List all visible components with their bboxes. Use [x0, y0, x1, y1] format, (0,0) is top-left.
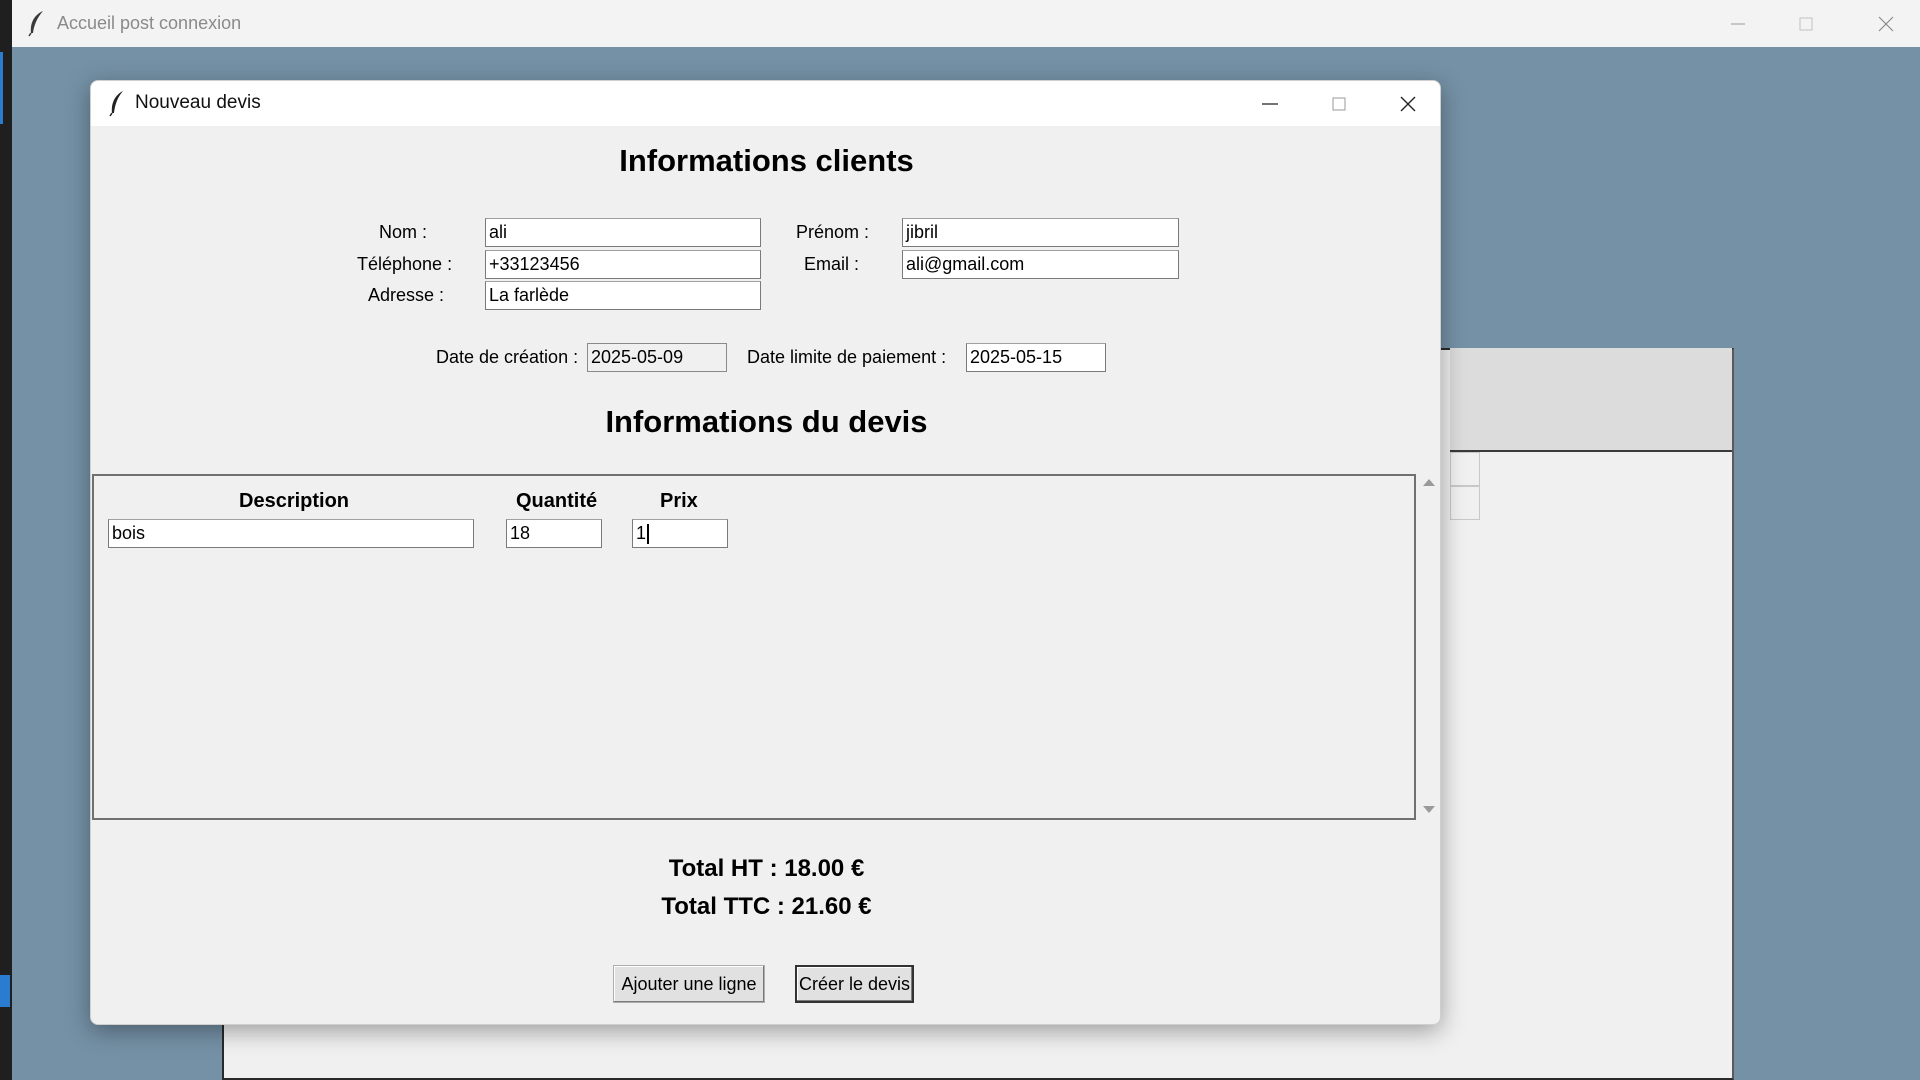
dialog-maximize-button[interactable] [1305, 81, 1373, 126]
dialog-title: Nouveau devis [135, 92, 261, 113]
date-limite-label: Date limite de paiement : [747, 347, 947, 367]
clients-section-heading: Informations clients [619, 143, 914, 178]
text-caret [647, 524, 650, 545]
background-cell [1450, 452, 1480, 486]
line-description-input[interactable]: bois [108, 519, 474, 548]
adresse-input[interactable]: La farlède [485, 281, 761, 310]
taskbar-edge [0, 0, 12, 1080]
total-ttc: Total TTC : 21.60 € [661, 893, 872, 920]
line-prix-value: 1 [636, 523, 647, 543]
telephone-label: Téléphone : [357, 254, 453, 274]
close-icon [1878, 16, 1894, 31]
main-titlebar: Accueil post connexion [12, 0, 1920, 47]
minimize-icon [1262, 102, 1278, 105]
dialog-minimize-button[interactable] [1236, 81, 1304, 126]
main-window-title: Accueil post connexion [57, 13, 242, 33]
date-limite-input[interactable]: 2025-05-15 [966, 343, 1106, 372]
scroll-up-arrow-icon[interactable] [1419, 475, 1439, 491]
date-creation-label: Date de création : [436, 347, 579, 367]
taskbar-indicator [0, 975, 10, 1007]
nom-input[interactable]: ali [485, 218, 761, 247]
line-quantite-input[interactable]: 18 [506, 519, 602, 548]
background-header [1450, 348, 1732, 452]
date-creation-field[interactable]: 2025-05-09 [587, 343, 727, 372]
feather-icon [28, 11, 43, 37]
column-header-description: Description [239, 490, 350, 512]
line-items-frame: Description Quantité Prix bois 18 1 [92, 474, 1416, 820]
add-line-button[interactable]: Ajouter une ligne [613, 965, 765, 1003]
maximize-icon [1799, 17, 1813, 30]
nouveau-devis-dialog: Nouveau devis Informations clients Nom :… [90, 80, 1441, 1025]
devis-section-heading: Informations du devis [605, 404, 928, 439]
adresse-label: Adresse : [368, 285, 445, 305]
feather-icon [109, 91, 123, 117]
close-button[interactable] [1852, 0, 1920, 47]
dialog-titlebar[interactable]: Nouveau devis [91, 81, 1440, 126]
email-label: Email : [804, 254, 860, 274]
close-icon [1400, 96, 1416, 111]
nom-label: Nom : [379, 222, 428, 242]
background-cell [1450, 486, 1480, 520]
telephone-input[interactable]: +33123456 [485, 250, 761, 279]
dialog-close-button[interactable] [1374, 81, 1440, 126]
minimize-button[interactable] [1704, 0, 1772, 47]
taskbar-indicator [0, 52, 3, 124]
column-header-quantite: Quantité [516, 490, 598, 512]
column-header-prix: Prix [660, 490, 698, 512]
maximize-icon [1332, 97, 1346, 110]
maximize-button[interactable] [1772, 0, 1840, 47]
minimize-icon [1731, 23, 1745, 24]
total-ht: Total HT : 18.00 € [668, 855, 865, 882]
line-prix-input[interactable]: 1 [632, 519, 728, 548]
prenom-input[interactable]: jibril [902, 218, 1179, 247]
prenom-label: Prénom : [796, 222, 870, 242]
scroll-down-arrow-icon[interactable] [1419, 801, 1439, 817]
create-devis-button[interactable]: Créer le devis [795, 965, 914, 1003]
email-input[interactable]: ali@gmail.com [902, 250, 1179, 279]
